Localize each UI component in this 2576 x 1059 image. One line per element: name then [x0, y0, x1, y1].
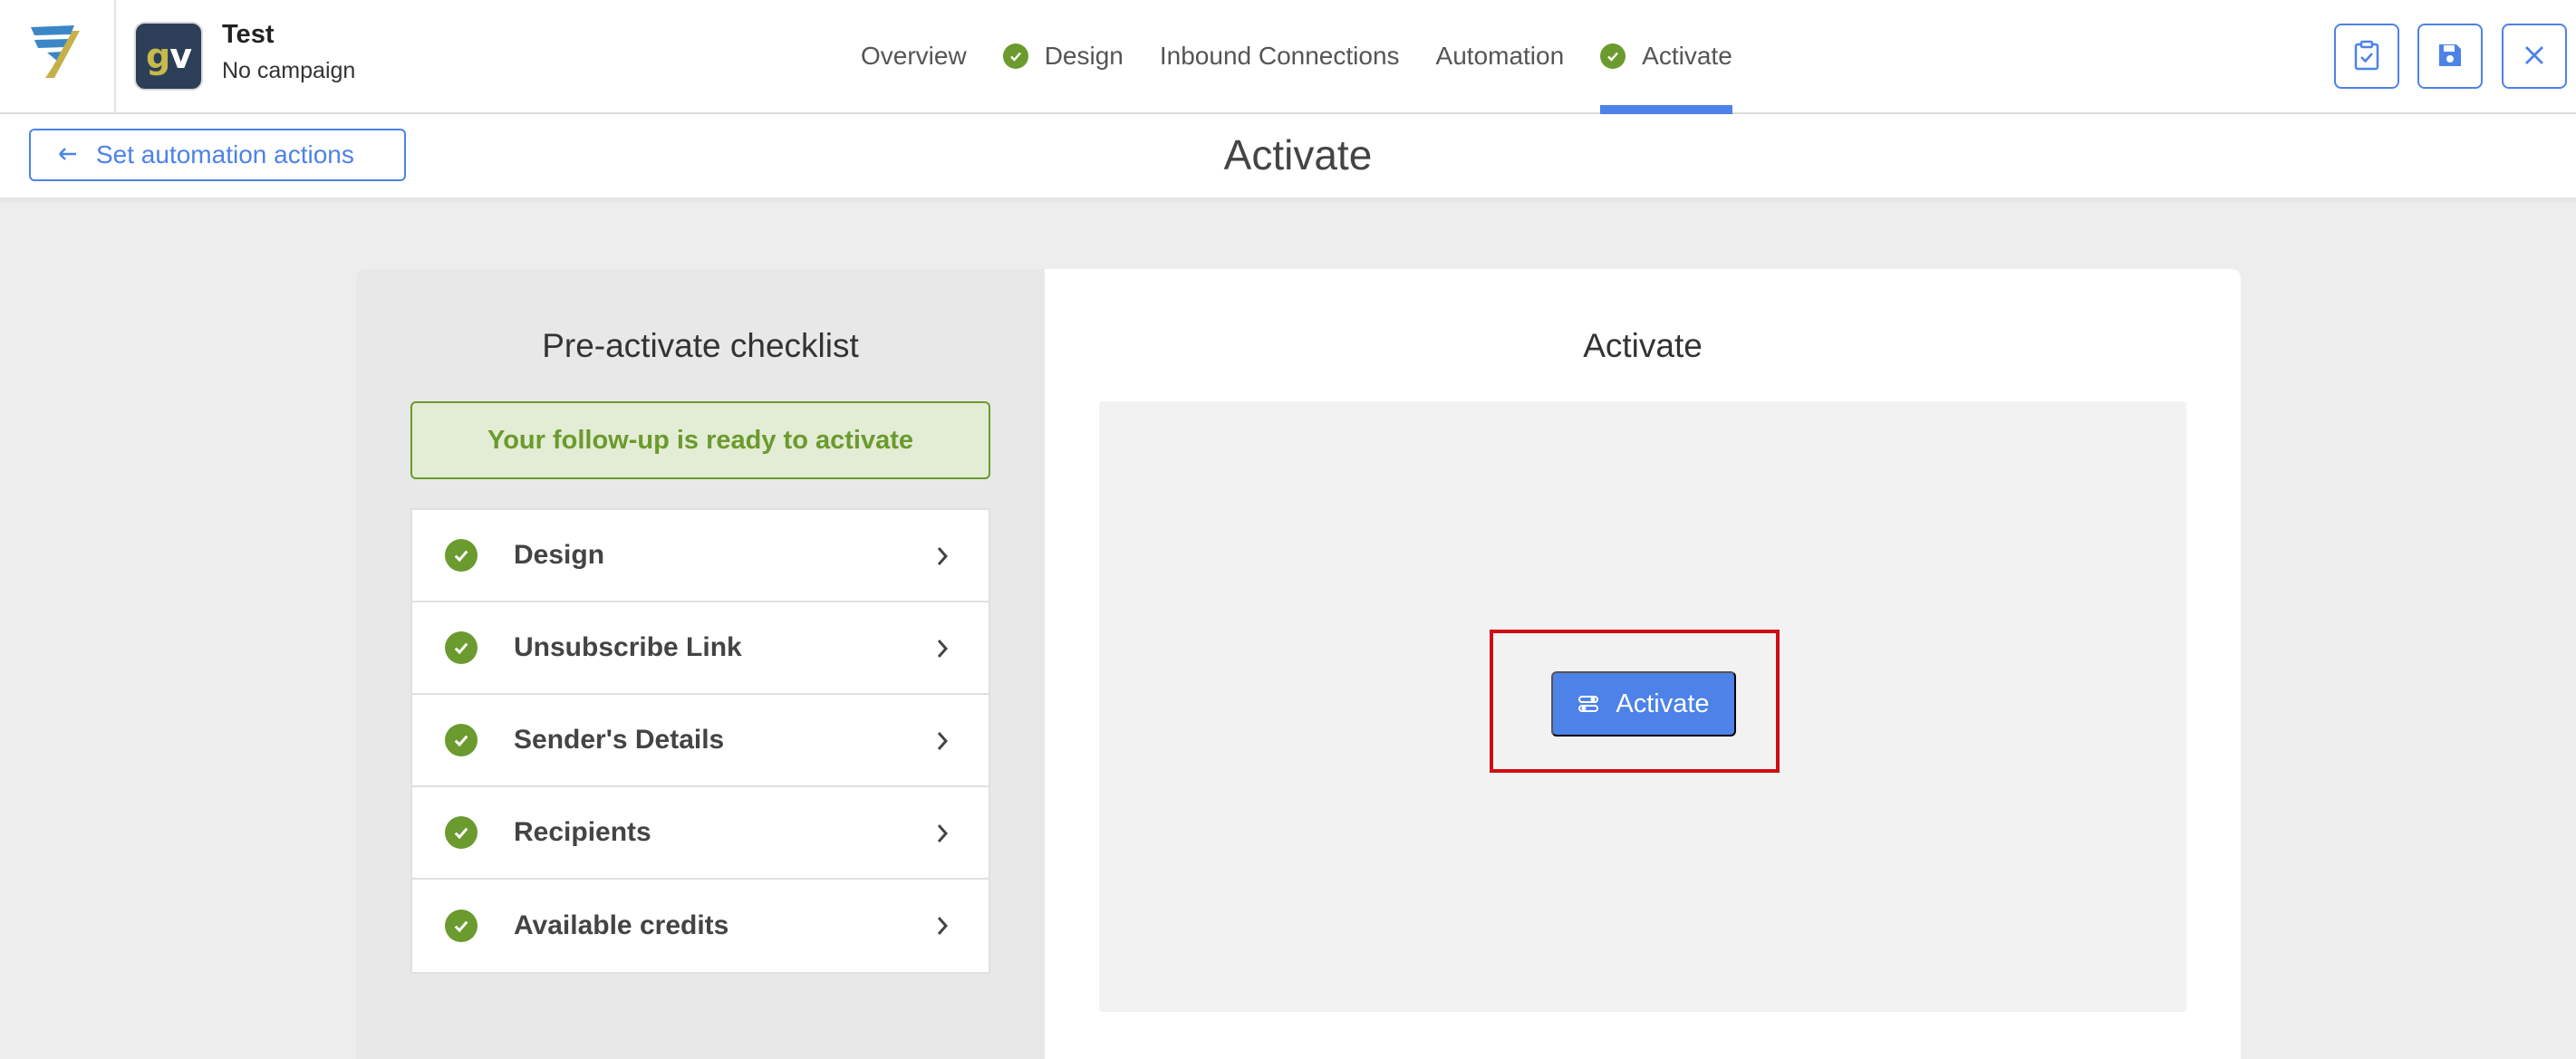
check-circle-icon: [1600, 43, 1626, 69]
brand-separator: [114, 0, 116, 112]
sub-header: Set automation actions Activate: [0, 114, 2576, 197]
checklist-item-senders-details[interactable]: Sender's Details: [412, 695, 989, 787]
check-circle-icon: [445, 910, 478, 942]
floppy-disk-icon: [2436, 42, 2464, 72]
check-circle-icon: [445, 724, 478, 756]
chevron-right-icon: [936, 730, 949, 756]
main-card: Pre-activate checklist Your follow-up is…: [356, 269, 2241, 1059]
checklist-item-label: Available credits: [514, 910, 729, 940]
clipboard-check-icon: [2353, 40, 2380, 73]
checklist-item-available-credits[interactable]: Available credits: [412, 880, 989, 972]
checklist: Design Unsubscribe Link Sender's Details: [410, 508, 990, 974]
checklist-item-recipients[interactable]: Recipients: [412, 787, 989, 880]
top-bar: gv Test No campaign Overview Design Inbo…: [0, 0, 2576, 114]
account-avatar[interactable]: gv: [134, 22, 203, 91]
checklist-item-label: Sender's Details: [514, 725, 725, 755]
activate-panel-title: Activate: [1583, 327, 1703, 364]
checklist-item-unsubscribe-link[interactable]: Unsubscribe Link: [412, 602, 989, 695]
brand-logo-icon[interactable]: [27, 22, 82, 80]
checklist-panel: Pre-activate checklist Your follow-up is…: [356, 269, 1045, 1059]
chevron-right-icon: [936, 638, 949, 664]
checklist-button[interactable]: [2334, 24, 2399, 89]
close-button[interactable]: [2502, 24, 2567, 89]
step-label: Overview: [861, 42, 967, 70]
save-button[interactable]: [2417, 24, 2483, 89]
activate-area: Activate: [1099, 401, 2186, 1012]
step-automation[interactable]: Automation: [1418, 0, 1583, 112]
close-icon: [2523, 43, 2546, 70]
step-inbound-connections[interactable]: Inbound Connections: [1142, 0, 1418, 112]
chevron-right-icon: [936, 915, 949, 941]
step-label: Inbound Connections: [1159, 42, 1400, 70]
step-label: Design: [1044, 42, 1124, 70]
step-design[interactable]: Design: [985, 0, 1142, 112]
chevron-right-icon: [936, 823, 949, 849]
checklist-item-design[interactable]: Design: [412, 510, 989, 602]
check-circle-icon: [445, 816, 478, 849]
step-activate[interactable]: Activate: [1582, 0, 1751, 114]
account-subtitle: No campaign: [222, 58, 356, 83]
activate-button-label: Activate: [1616, 688, 1710, 718]
avatar-letter-v: v: [169, 36, 192, 76]
chevron-right-icon: [936, 545, 949, 572]
check-circle-icon: [445, 539, 478, 572]
check-circle-icon: [1002, 43, 1028, 69]
step-label: Activate: [1642, 42, 1732, 70]
page-title: Activate: [1223, 131, 1373, 178]
checklist-title: Pre-activate checklist: [542, 327, 859, 364]
checklist-item-label: Unsubscribe Link: [514, 632, 742, 662]
account-title: Test: [222, 20, 275, 49]
step-overview[interactable]: Overview: [843, 0, 985, 112]
check-circle-icon: [445, 631, 478, 664]
avatar-letter-g: g: [146, 36, 170, 76]
checklist-item-label: Design: [514, 540, 605, 570]
step-label: Automation: [1435, 42, 1565, 70]
toggles-icon: [1577, 694, 1599, 714]
activate-button[interactable]: Activate: [1551, 671, 1736, 736]
ready-status-banner: Your follow-up is ready to activate: [410, 401, 990, 479]
checklist-item-label: Recipients: [514, 817, 651, 847]
step-nav: Overview Design Inbound Connections Auto…: [843, 0, 1751, 114]
